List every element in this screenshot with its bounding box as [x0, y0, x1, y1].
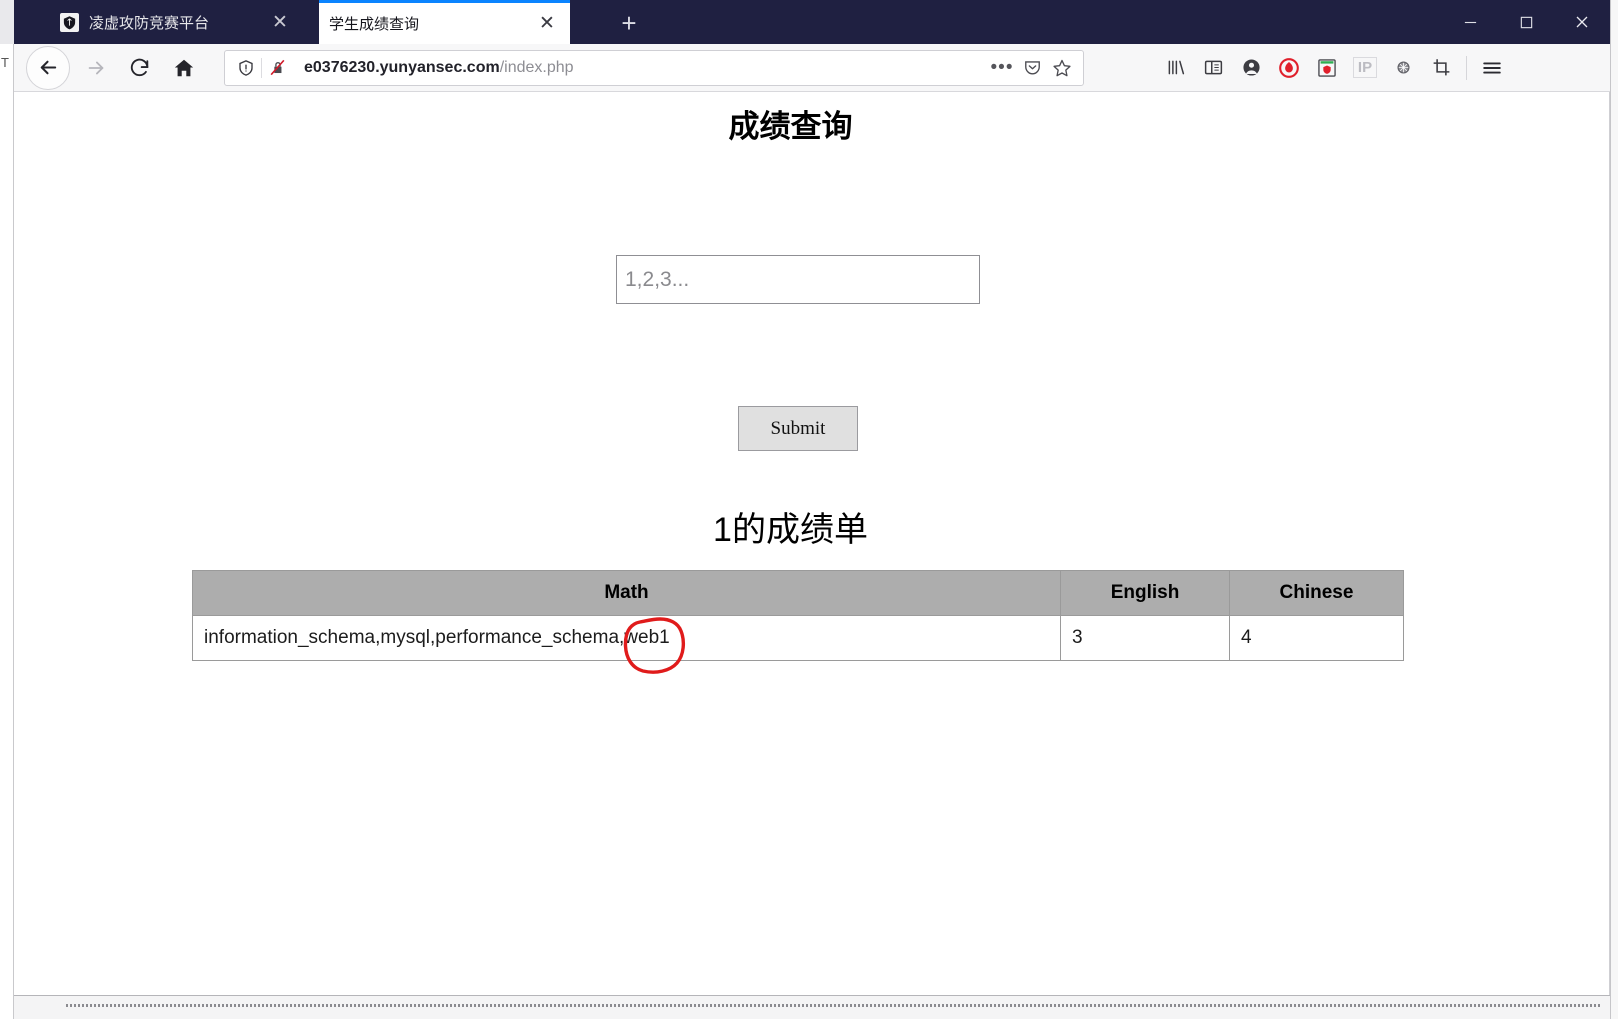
hackbar-shield-icon[interactable]	[1270, 50, 1308, 86]
new-tab-button[interactable]: +	[614, 8, 644, 38]
submit-button[interactable]: Submit	[738, 406, 858, 451]
column-header-chinese: Chinese	[1229, 570, 1404, 616]
reload-button[interactable]	[122, 50, 158, 86]
menu-icon[interactable]	[1473, 50, 1511, 86]
maximize-icon[interactable]	[1498, 0, 1554, 44]
tab-lingxu-platform[interactable]: 凌虚攻防竞赛平台 ✕	[50, 0, 303, 44]
tracking-protection-shield-icon[interactable]	[231, 54, 261, 82]
minimize-icon[interactable]	[1442, 0, 1498, 44]
shield-icon	[60, 12, 79, 32]
table-head: Math English Chinese	[192, 570, 1404, 616]
tab-title: 学生成绩查询	[329, 16, 420, 33]
table-body: information_schema,mysql,performance_sch…	[192, 615, 1404, 661]
table-row: information_schema,mysql,performance_sch…	[192, 615, 1404, 661]
screenshot-crop-icon[interactable]	[1422, 50, 1460, 86]
cell-math: information_schema,mysql,performance_sch…	[192, 615, 1061, 661]
url-domain: e0376230.yunyansec.com	[304, 58, 500, 76]
url-actions: •••	[987, 54, 1077, 82]
tab-student-score-query[interactable]: 学生成绩查询 ✕	[319, 0, 570, 44]
sidebar-icon[interactable]	[1194, 50, 1232, 86]
background-window-strip	[0, 44, 14, 1019]
bottom-hatch	[66, 1004, 1600, 1007]
pocket-save-icon[interactable]	[1017, 54, 1047, 82]
window-bottom-edge	[14, 995, 1610, 1019]
close-icon[interactable]	[1554, 0, 1610, 44]
score-table: Math English Chinese information_schema,…	[192, 570, 1404, 661]
home-button[interactable]	[166, 50, 202, 86]
forward-button[interactable]	[78, 50, 114, 86]
column-header-math: Math	[192, 570, 1061, 616]
page-actions-icon[interactable]: •••	[987, 54, 1017, 82]
background-window-strip-right	[1610, 0, 1618, 1019]
browser-window: 凌虚攻防竞赛平台 ✕ 学生成绩查询 ✕ + e0376230.yunyansec…	[14, 0, 1610, 1019]
spider-globe-icon[interactable]	[1384, 50, 1422, 86]
background-window-glyph: T	[1, 55, 9, 70]
back-button[interactable]	[26, 45, 70, 90]
url-text[interactable]: e0376230.yunyansec.com/index.php	[292, 59, 987, 77]
page-content: 成绩查询 Submit 1的成绩单 Math English Chinese	[14, 92, 1584, 995]
tab-close-icon[interactable]: ✕	[267, 9, 293, 35]
url-path: /index.php	[499, 58, 574, 76]
page-viewport: 成绩查询 Submit 1的成绩单 Math English Chinese	[14, 92, 1610, 995]
cell-english: 3	[1060, 615, 1230, 661]
navigation-toolbar: e0376230.yunyansec.com/index.php ••• IP	[14, 44, 1610, 92]
toolbar-divider	[1466, 55, 1467, 80]
url-bar[interactable]: e0376230.yunyansec.com/index.php •••	[224, 49, 1084, 86]
score-query-input[interactable]	[616, 255, 980, 304]
result-subtitle: 1的成绩单	[713, 511, 868, 549]
account-icon[interactable]	[1232, 50, 1270, 86]
screen: T 凌虚攻防竞赛平台 ✕ 学生成绩查询 ✕ + e0376230.yunyans…	[0, 0, 1618, 1019]
tab-bar: 凌虚攻防竞赛平台 ✕ 学生成绩查询 ✕ +	[14, 0, 1610, 44]
library-icon[interactable]	[1156, 50, 1194, 86]
page-title: 成绩查询	[728, 109, 853, 144]
star-bookmark-icon[interactable]	[1047, 54, 1077, 82]
ip-label: IP	[1352, 57, 1378, 78]
extension-toolbar: IP	[1156, 50, 1511, 86]
ip-icon[interactable]: IP	[1346, 50, 1384, 86]
app-box-icon[interactable]	[1308, 50, 1346, 86]
crossed-out-lock-icon[interactable]	[262, 54, 292, 82]
cell-chinese: 4	[1229, 615, 1404, 661]
tab-close-icon[interactable]: ✕	[534, 11, 560, 37]
window-controls	[1442, 0, 1610, 44]
column-header-english: English	[1060, 570, 1230, 616]
table-header-row: Math English Chinese	[192, 570, 1404, 616]
tab-title: 凌虚攻防竞赛平台	[89, 14, 210, 32]
